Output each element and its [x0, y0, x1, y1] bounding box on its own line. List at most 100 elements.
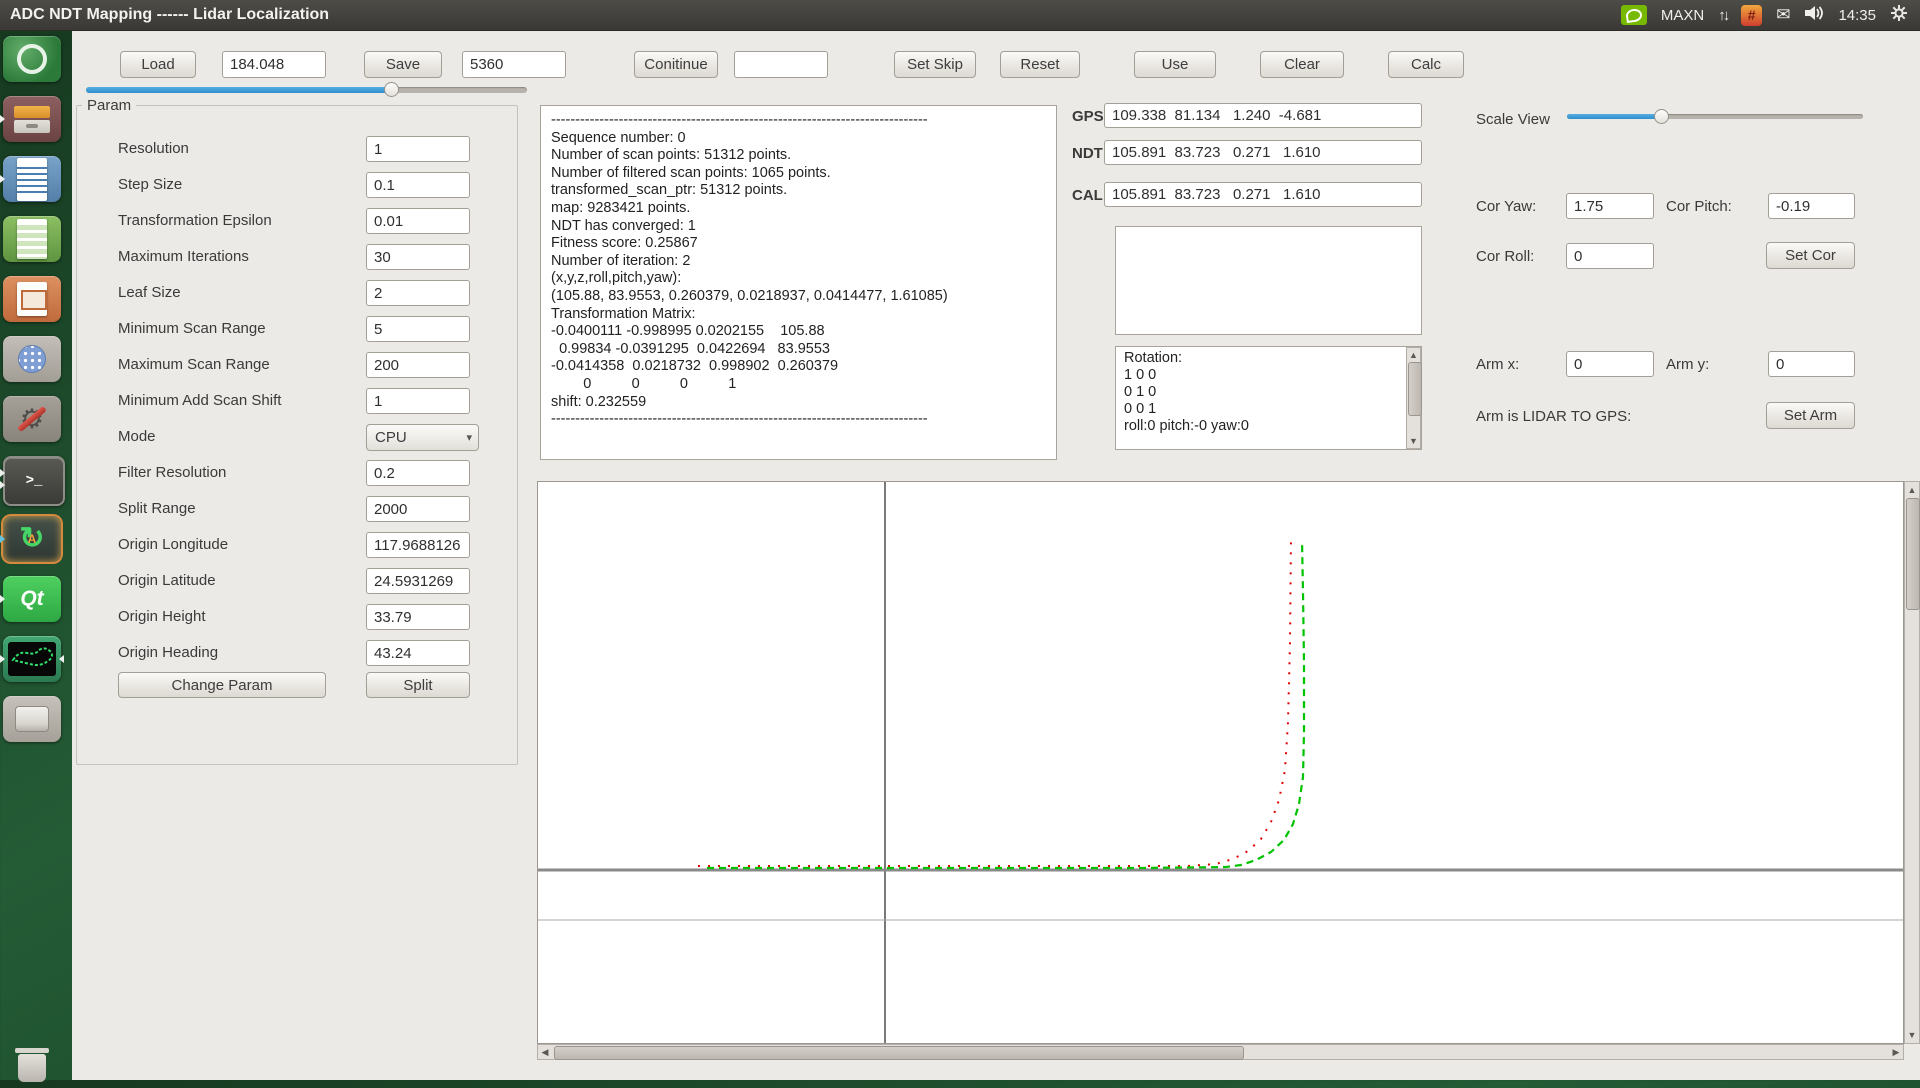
- scrollbar-thumb[interactable]: [1408, 362, 1422, 416]
- scroll-right-icon[interactable]: ▶: [1891, 1045, 1901, 1059]
- leaf-size-input[interactable]: [366, 280, 470, 306]
- gpu-mode-label[interactable]: MAXN: [1661, 7, 1704, 24]
- scroll-down-icon[interactable]: ▼: [1407, 434, 1420, 448]
- chevron-down-icon: ▾: [466, 431, 472, 444]
- terminal-prompt-icon: >_: [26, 473, 43, 489]
- param-label: Origin Heading: [118, 644, 218, 661]
- split-range-input[interactable]: [366, 496, 470, 522]
- param-label: Split Range: [118, 500, 196, 517]
- ndt-value-field[interactable]: [1104, 140, 1422, 165]
- log-output-area[interactable]: ----------------------------------------…: [540, 105, 1057, 460]
- continue-button[interactable]: Conitinue: [634, 51, 718, 78]
- running-pip: [0, 469, 5, 477]
- system-tray: MAXN ↑↓ # ✉ 14:35: [1621, 4, 1920, 26]
- save-value-input[interactable]: [462, 51, 566, 78]
- dock-icon-ubuntu-dash[interactable]: [3, 36, 61, 82]
- dock-icon-ubuntu-software[interactable]: [3, 336, 61, 382]
- dock-icon-file-manager[interactable]: [3, 96, 61, 142]
- scrollbar-thumb[interactable]: [554, 1046, 1244, 1060]
- reset-button[interactable]: Reset: [1000, 51, 1080, 78]
- set-cor-button[interactable]: Set Cor: [1766, 242, 1855, 269]
- param-group-title: Param: [82, 97, 136, 114]
- cor-yaw-input[interactable]: [1566, 193, 1654, 219]
- split-button[interactable]: Split: [366, 672, 470, 698]
- param-label: Maximum Iterations: [118, 248, 249, 265]
- scale-slider-handle[interactable]: [1654, 109, 1669, 124]
- scale-view-label: Scale View: [1476, 111, 1550, 128]
- top-panel: ADC NDT Mapping ------ Lidar Localizatio…: [0, 0, 1920, 31]
- nvidia-icon[interactable]: [1621, 5, 1647, 25]
- cal-value-field[interactable]: [1104, 182, 1422, 207]
- cor-yaw-label: Cor Yaw:: [1476, 198, 1536, 215]
- clock[interactable]: 14:35: [1838, 7, 1876, 24]
- rotation-scrollbar[interactable]: ▲ ▼: [1406, 347, 1421, 449]
- dock-icon-software-updater[interactable]: ↻A: [3, 516, 61, 562]
- mode-combobox[interactable]: CPU ▾: [366, 424, 479, 451]
- scroll-left-icon[interactable]: ◀: [540, 1045, 550, 1059]
- trajectory-plot[interactable]: [537, 481, 1904, 1044]
- save-button[interactable]: Save: [364, 51, 442, 78]
- use-button[interactable]: Use: [1134, 51, 1216, 78]
- gps-trajectory-curve: [698, 536, 1291, 866]
- dock-icon-system-settings[interactable]: ⚙: [3, 396, 61, 442]
- dock-icon-libreoffice-impress[interactable]: [3, 276, 61, 322]
- dock-icon-libreoffice-calc[interactable]: [3, 216, 61, 262]
- set-skip-button[interactable]: Set Skip: [894, 51, 976, 78]
- scroll-up-icon[interactable]: ▲: [1407, 348, 1420, 362]
- scrollbar-thumb[interactable]: [1906, 498, 1920, 610]
- app-window: Load Save Conitinue Set Skip Reset Use C…: [72, 30, 1920, 1080]
- cor-pitch-label: Cor Pitch:: [1666, 198, 1732, 215]
- launcher-dock: ⚙ >_ ↻A Qt: [0, 30, 64, 1080]
- input-method-icon[interactable]: #: [1741, 5, 1762, 26]
- param-label: Origin Latitude: [118, 572, 216, 589]
- param-label: Mode: [118, 428, 156, 445]
- trans-epsilon-input[interactable]: [366, 208, 470, 234]
- arm-y-input[interactable]: [1768, 351, 1855, 377]
- origin-heading-input[interactable]: [366, 640, 470, 666]
- network-arrows-icon[interactable]: ↑↓: [1718, 7, 1727, 24]
- min-scan-range-input[interactable]: [366, 316, 470, 342]
- continue-value-input[interactable]: [734, 51, 828, 78]
- scroll-up-icon[interactable]: ▲: [1905, 483, 1919, 497]
- clear-button[interactable]: Clear: [1260, 51, 1344, 78]
- origin-latitude-input[interactable]: [366, 568, 470, 594]
- dock-icon-hard-disk[interactable]: [3, 696, 61, 742]
- running-pip: [0, 595, 5, 603]
- ndt-trajectory-curve: [707, 541, 1304, 868]
- calc-button[interactable]: Calc: [1388, 51, 1464, 78]
- log-text: ----------------------------------------…: [541, 106, 1056, 435]
- mail-icon[interactable]: ✉: [1776, 5, 1790, 25]
- origin-longitude-input[interactable]: [366, 532, 470, 558]
- max-iterations-input[interactable]: [366, 244, 470, 270]
- param-label: Step Size: [118, 176, 182, 193]
- dock-icon-trash[interactable]: [3, 1042, 61, 1088]
- dock-icon-qt-creator[interactable]: Qt: [3, 576, 61, 622]
- arm-x-input[interactable]: [1566, 351, 1654, 377]
- step-size-input[interactable]: [366, 172, 470, 198]
- session-gear-icon[interactable]: [1890, 4, 1908, 26]
- gps-value-field[interactable]: [1104, 103, 1422, 128]
- set-arm-button[interactable]: Set Arm: [1766, 402, 1855, 429]
- scale-view-slider[interactable]: [1567, 114, 1863, 119]
- origin-height-input[interactable]: [366, 604, 470, 630]
- frame-slider-handle[interactable]: [384, 82, 399, 97]
- max-scan-range-input[interactable]: [366, 352, 470, 378]
- plot-hscrollbar[interactable]: ◀ ▶: [537, 1044, 1904, 1060]
- dock-icon-libreoffice-writer[interactable]: [3, 156, 61, 202]
- change-param-button[interactable]: Change Param: [118, 672, 326, 698]
- frame-slider[interactable]: [86, 87, 527, 93]
- volume-icon[interactable]: [1804, 5, 1824, 25]
- load-value-input[interactable]: [222, 51, 326, 78]
- cor-roll-input[interactable]: [1566, 243, 1654, 269]
- dock-icon-lidar-app[interactable]: [3, 636, 61, 682]
- filter-resolution-input[interactable]: [366, 460, 470, 486]
- min-add-scan-shift-input[interactable]: [366, 388, 470, 414]
- dock-icon-terminal[interactable]: >_: [3, 456, 65, 506]
- running-pip: [0, 175, 5, 183]
- cor-pitch-input[interactable]: [1768, 193, 1855, 219]
- resolution-input[interactable]: [366, 136, 470, 162]
- load-button[interactable]: Load: [120, 51, 196, 78]
- rotation-box[interactable]: Rotation: 1 0 0 0 1 0 0 0 1 roll:0 pitch…: [1115, 346, 1422, 450]
- plot-vscrollbar[interactable]: ▲ ▼: [1904, 481, 1920, 1044]
- scroll-down-icon[interactable]: ▼: [1905, 1028, 1919, 1042]
